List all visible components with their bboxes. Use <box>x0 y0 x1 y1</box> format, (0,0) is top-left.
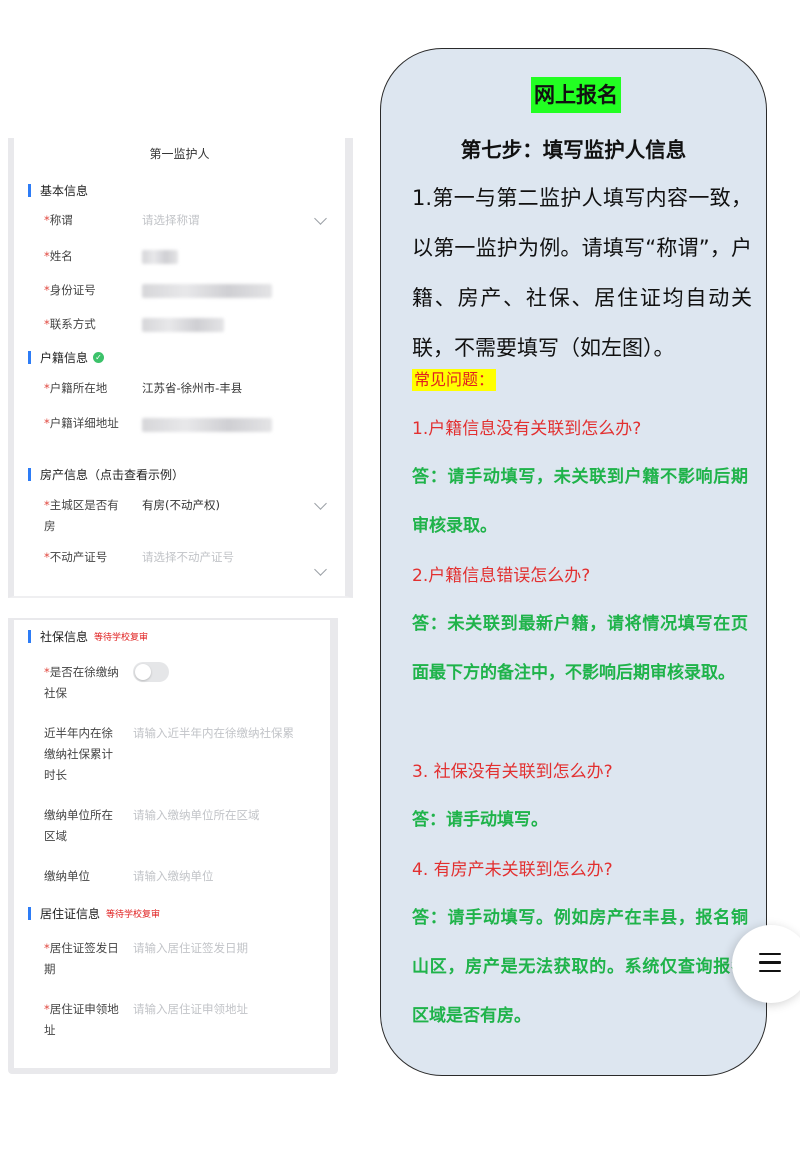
question-3: 3. 社保没有关联到怎么办? <box>412 762 613 782</box>
instruction-card: 网上报名 第七步：填写监护人信息 1.第一与第二监护人填写内容一致，以第一监护为… <box>380 48 767 1076</box>
answer-4: 答：请手动填写。例如房产在丰县，报名铜山区，房产是无法获取的。系统仅查询报名区域… <box>412 908 748 1026</box>
chevron-down-icon <box>314 497 327 510</box>
blurred-id-number <box>142 284 272 298</box>
section-residence-permit: 居住证信息 等待学校复审 <box>28 905 160 922</box>
review-badge: 等待学校复审 <box>106 910 161 920</box>
section-household-info: 户籍信息 ✓ <box>28 349 105 366</box>
floating-menu-button[interactable] <box>732 925 800 1003</box>
answer-2: 答：未关联到最新户籍，请将情况填写在页面最下方的备注中，不影响后期审核录取。 <box>412 614 748 683</box>
chevron-down-icon <box>314 212 327 225</box>
blurred-address <box>142 418 272 432</box>
section-property-info[interactable]: 房产信息（点击查看示例） <box>28 466 184 483</box>
headline: 网上报名 <box>531 77 621 113</box>
blurred-contact <box>142 318 224 332</box>
faq-tag: 常见问题： <box>412 369 497 391</box>
intro-text: 1.第一与第二监护人填写内容一致，以第一监护为例。请填写“称谓”，户籍、房产、社… <box>412 186 752 360</box>
question-2: 2.户籍信息错误怎么办? <box>412 566 591 586</box>
section-basic-info: 基本信息 <box>28 182 88 199</box>
check-circle-icon: ✓ <box>93 352 105 363</box>
menu-icon <box>759 953 781 978</box>
answer-3: 答：请手动填写。 <box>412 810 548 830</box>
blurred-name <box>142 250 178 264</box>
guardian-form-top: 第一监护人 基本信息 *称谓 请选择称谓 *姓名 *身份证号 *联系方式 户籍信… <box>8 138 353 598</box>
form-title: 第一监护人 <box>149 147 210 161</box>
question-1: 1.户籍信息没有关联到怎么办? <box>412 419 642 439</box>
chevron-down-icon <box>314 563 327 576</box>
section-social-insurance: 社保信息 等待学校复审 <box>28 628 148 645</box>
review-badge: 等待学校复审 <box>94 633 149 643</box>
answer-1: 答：请手动填写，未关联到户籍不影响后期审核录取。 <box>412 467 748 536</box>
paying-insurance-toggle[interactable] <box>133 662 169 682</box>
step-title: 第七步：填写监护人信息 <box>460 138 687 162</box>
guardian-form-bottom: 社保信息 等待学校复审 *是否在徐缴纳社保 近半年内在徐缴纳社保累计时长 请输入… <box>8 618 338 1074</box>
question-4: 4. 有房产未关联到怎么办? <box>412 860 613 880</box>
